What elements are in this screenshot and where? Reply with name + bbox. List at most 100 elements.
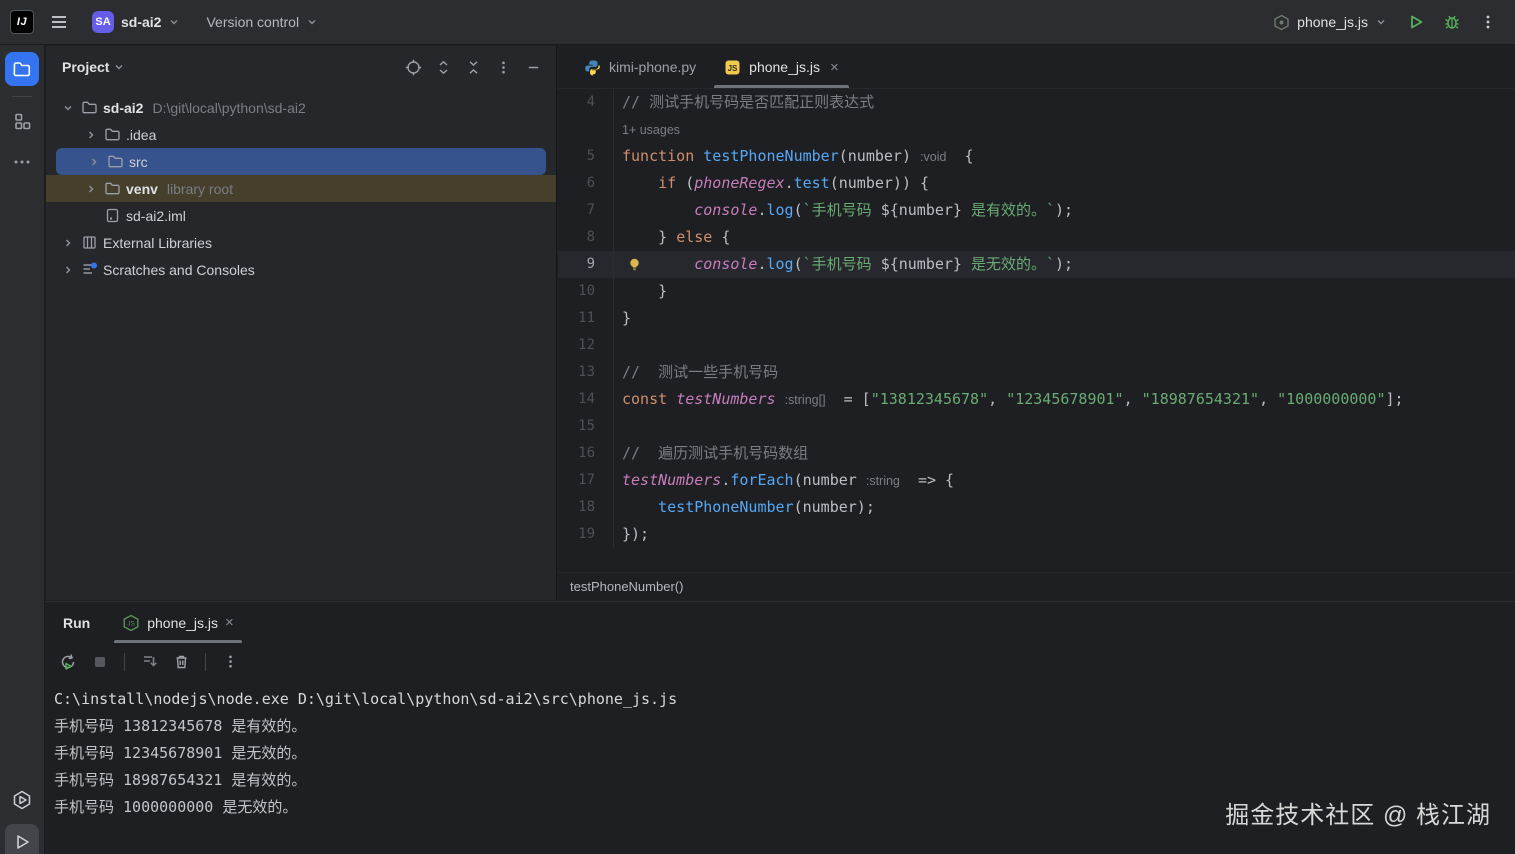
run-tool-window-button[interactable] [5,824,39,854]
code-line-10[interactable]: 10 } [558,278,1515,305]
rerun-button[interactable] [54,649,82,675]
main-menu-button[interactable] [44,7,74,37]
code-inlay-line[interactable]: 1+ usages [558,116,1515,143]
svg-text:JS: JS [728,63,738,72]
line-content: } [614,278,1515,305]
expand-all-icon [435,59,452,76]
tree-item-sd-ai2-iml[interactable]: sd-ai2.iml [46,202,556,229]
line-number: 17 [558,467,614,494]
line-content: }); [614,521,1515,548]
line-content: console.log(`手机号码 ${number} 是有效的。`); [614,197,1515,224]
close-icon[interactable]: × [830,59,839,76]
project-panel-title[interactable]: Project [62,59,109,75]
editor-tab-phone-js-js[interactable]: JSphone_js.js× [710,46,853,88]
chevron-down-icon [168,16,180,28]
run-configuration-selector[interactable]: phone_js.js [1265,10,1395,35]
console-command-line: C:\install\nodejs\node.exe D:\git\local\… [54,686,1515,713]
bug-icon [1443,13,1461,31]
tree-item-scratches-and-consoles[interactable]: Scratches and Consoles [46,256,556,283]
clear-all-button[interactable] [167,649,195,675]
run-tab-label: phone_js.js [147,615,218,631]
tree-item--idea[interactable]: .idea [46,121,556,148]
line-number: 5 [558,143,614,170]
run-toolbar [46,643,1515,680]
code-line-11[interactable]: 11} [558,305,1515,332]
code-line-18[interactable]: 18 testPhoneNumber(number); [558,494,1515,521]
code-line-13[interactable]: 13// 测试一些手机号码 [558,359,1515,386]
js-icon: JS [724,59,741,76]
panel-options-button[interactable] [490,54,516,80]
line-content: } [614,305,1515,332]
code-line-8[interactable]: 8 } else { [558,224,1515,251]
vcs-widget[interactable]: Version control [198,10,326,34]
line-number: 19 [558,521,614,548]
breadcrumb[interactable]: testPhoneNumber() [558,572,1515,600]
code-line-12[interactable]: 12 [558,332,1515,359]
chevron-down-icon [113,61,125,73]
vcs-label: Version control [206,14,299,30]
scroll-to-end-button[interactable] [135,649,163,675]
code-line-16[interactable]: 16// 遍历测试手机号码数组 [558,440,1515,467]
tree-item-hint: library root [167,181,233,197]
collapse-all-button[interactable] [460,54,486,80]
project-tool-window-button[interactable] [5,52,39,86]
code-line-9[interactable]: 9 console.log(`手机号码 ${number} 是无效的。`); [558,251,1515,278]
folder-icon [104,126,121,143]
indent-spacer [83,207,99,224]
tree-item-external-libraries[interactable]: External Libraries [46,229,556,256]
intention-bulb-icon[interactable] [626,256,643,273]
line-content: // 测试一些手机号码 [614,359,1515,386]
code-line-7[interactable]: 7 console.log(`手机号码 ${number} 是有效的。`); [558,197,1515,224]
close-icon[interactable]: × [225,614,234,631]
run-button[interactable] [1401,7,1431,37]
toolbar-divider [124,653,125,671]
project-panel: Project sd-ai2D:\git\local\python\sd-ai2… [46,46,557,600]
line-number: 8 [558,224,614,251]
breadcrumb-item[interactable]: testPhoneNumber() [570,579,683,594]
tree-item-label: Scratches and Consoles [103,262,255,278]
services-tool-window-button[interactable] [5,783,39,817]
line-content: // 遍历测试手机号码数组 [614,440,1515,467]
hamburger-icon [50,13,68,31]
line-content [614,332,1515,359]
more-tool-windows-button[interactable] [5,145,39,179]
expand-all-button[interactable] [430,54,456,80]
folder-icon [12,59,32,79]
locate-file-button[interactable] [400,54,426,80]
tree-item-label: src [129,154,148,170]
console-more-button[interactable] [216,649,244,675]
scratches-icon [81,261,98,278]
stop-button[interactable] [86,649,114,675]
code-line-17[interactable]: 17testNumbers.forEach(number :string => … [558,467,1515,494]
tree-item-label: venv [126,181,158,197]
line-number: 4 [558,89,614,116]
code-line-14[interactable]: 14const testNumbers :string[] = ["138123… [558,386,1515,413]
intellij-logo: IJ [10,10,34,34]
line-number: 10 [558,278,614,305]
code-line-4[interactable]: 4// 测试手机号码是否匹配正则表达式 [558,89,1515,116]
editor-tab-kimi-phone-py[interactable]: kimi-phone.py [570,46,710,88]
console-output-line: 手机号码 13812345678 是有效的。 [54,713,1515,740]
code-line-5[interactable]: 5function testPhoneNumber(number) :void … [558,143,1515,170]
intellij-logo-text: IJ [17,16,27,28]
kebab-menu-icon [1480,14,1496,30]
minimize-icon [526,60,541,75]
svg-text:JS: JS [127,620,135,627]
project-widget[interactable]: SA sd-ai2 [84,7,188,37]
run-tab-phone-js[interactable]: JS phone_js.js × [112,602,244,643]
debug-button[interactable] [1437,7,1467,37]
code-line-19[interactable]: 19}); [558,521,1515,548]
nodejs-icon [1273,14,1290,31]
code-editor[interactable]: 4// 测试手机号码是否匹配正则表达式1+ usages5function te… [558,89,1515,572]
run-panel-title: Run [63,602,90,643]
kebab-menu-icon [223,654,238,669]
more-actions-button[interactable] [1473,7,1503,37]
structure-tool-window-button[interactable] [5,104,39,138]
code-line-6[interactable]: 6 if (phoneRegex.test(number)) { [558,170,1515,197]
tree-item-src[interactable]: src [56,148,546,175]
code-line-15[interactable]: 15 [558,413,1515,440]
tree-item-venv[interactable]: venv library root [46,175,556,202]
editor-tab-bar: kimi-phone.pyJSphone_js.js× [558,46,1515,89]
hide-panel-button[interactable] [520,54,546,80]
tree-item-sd-ai2[interactable]: sd-ai2D:\git\local\python\sd-ai2 [46,94,556,121]
